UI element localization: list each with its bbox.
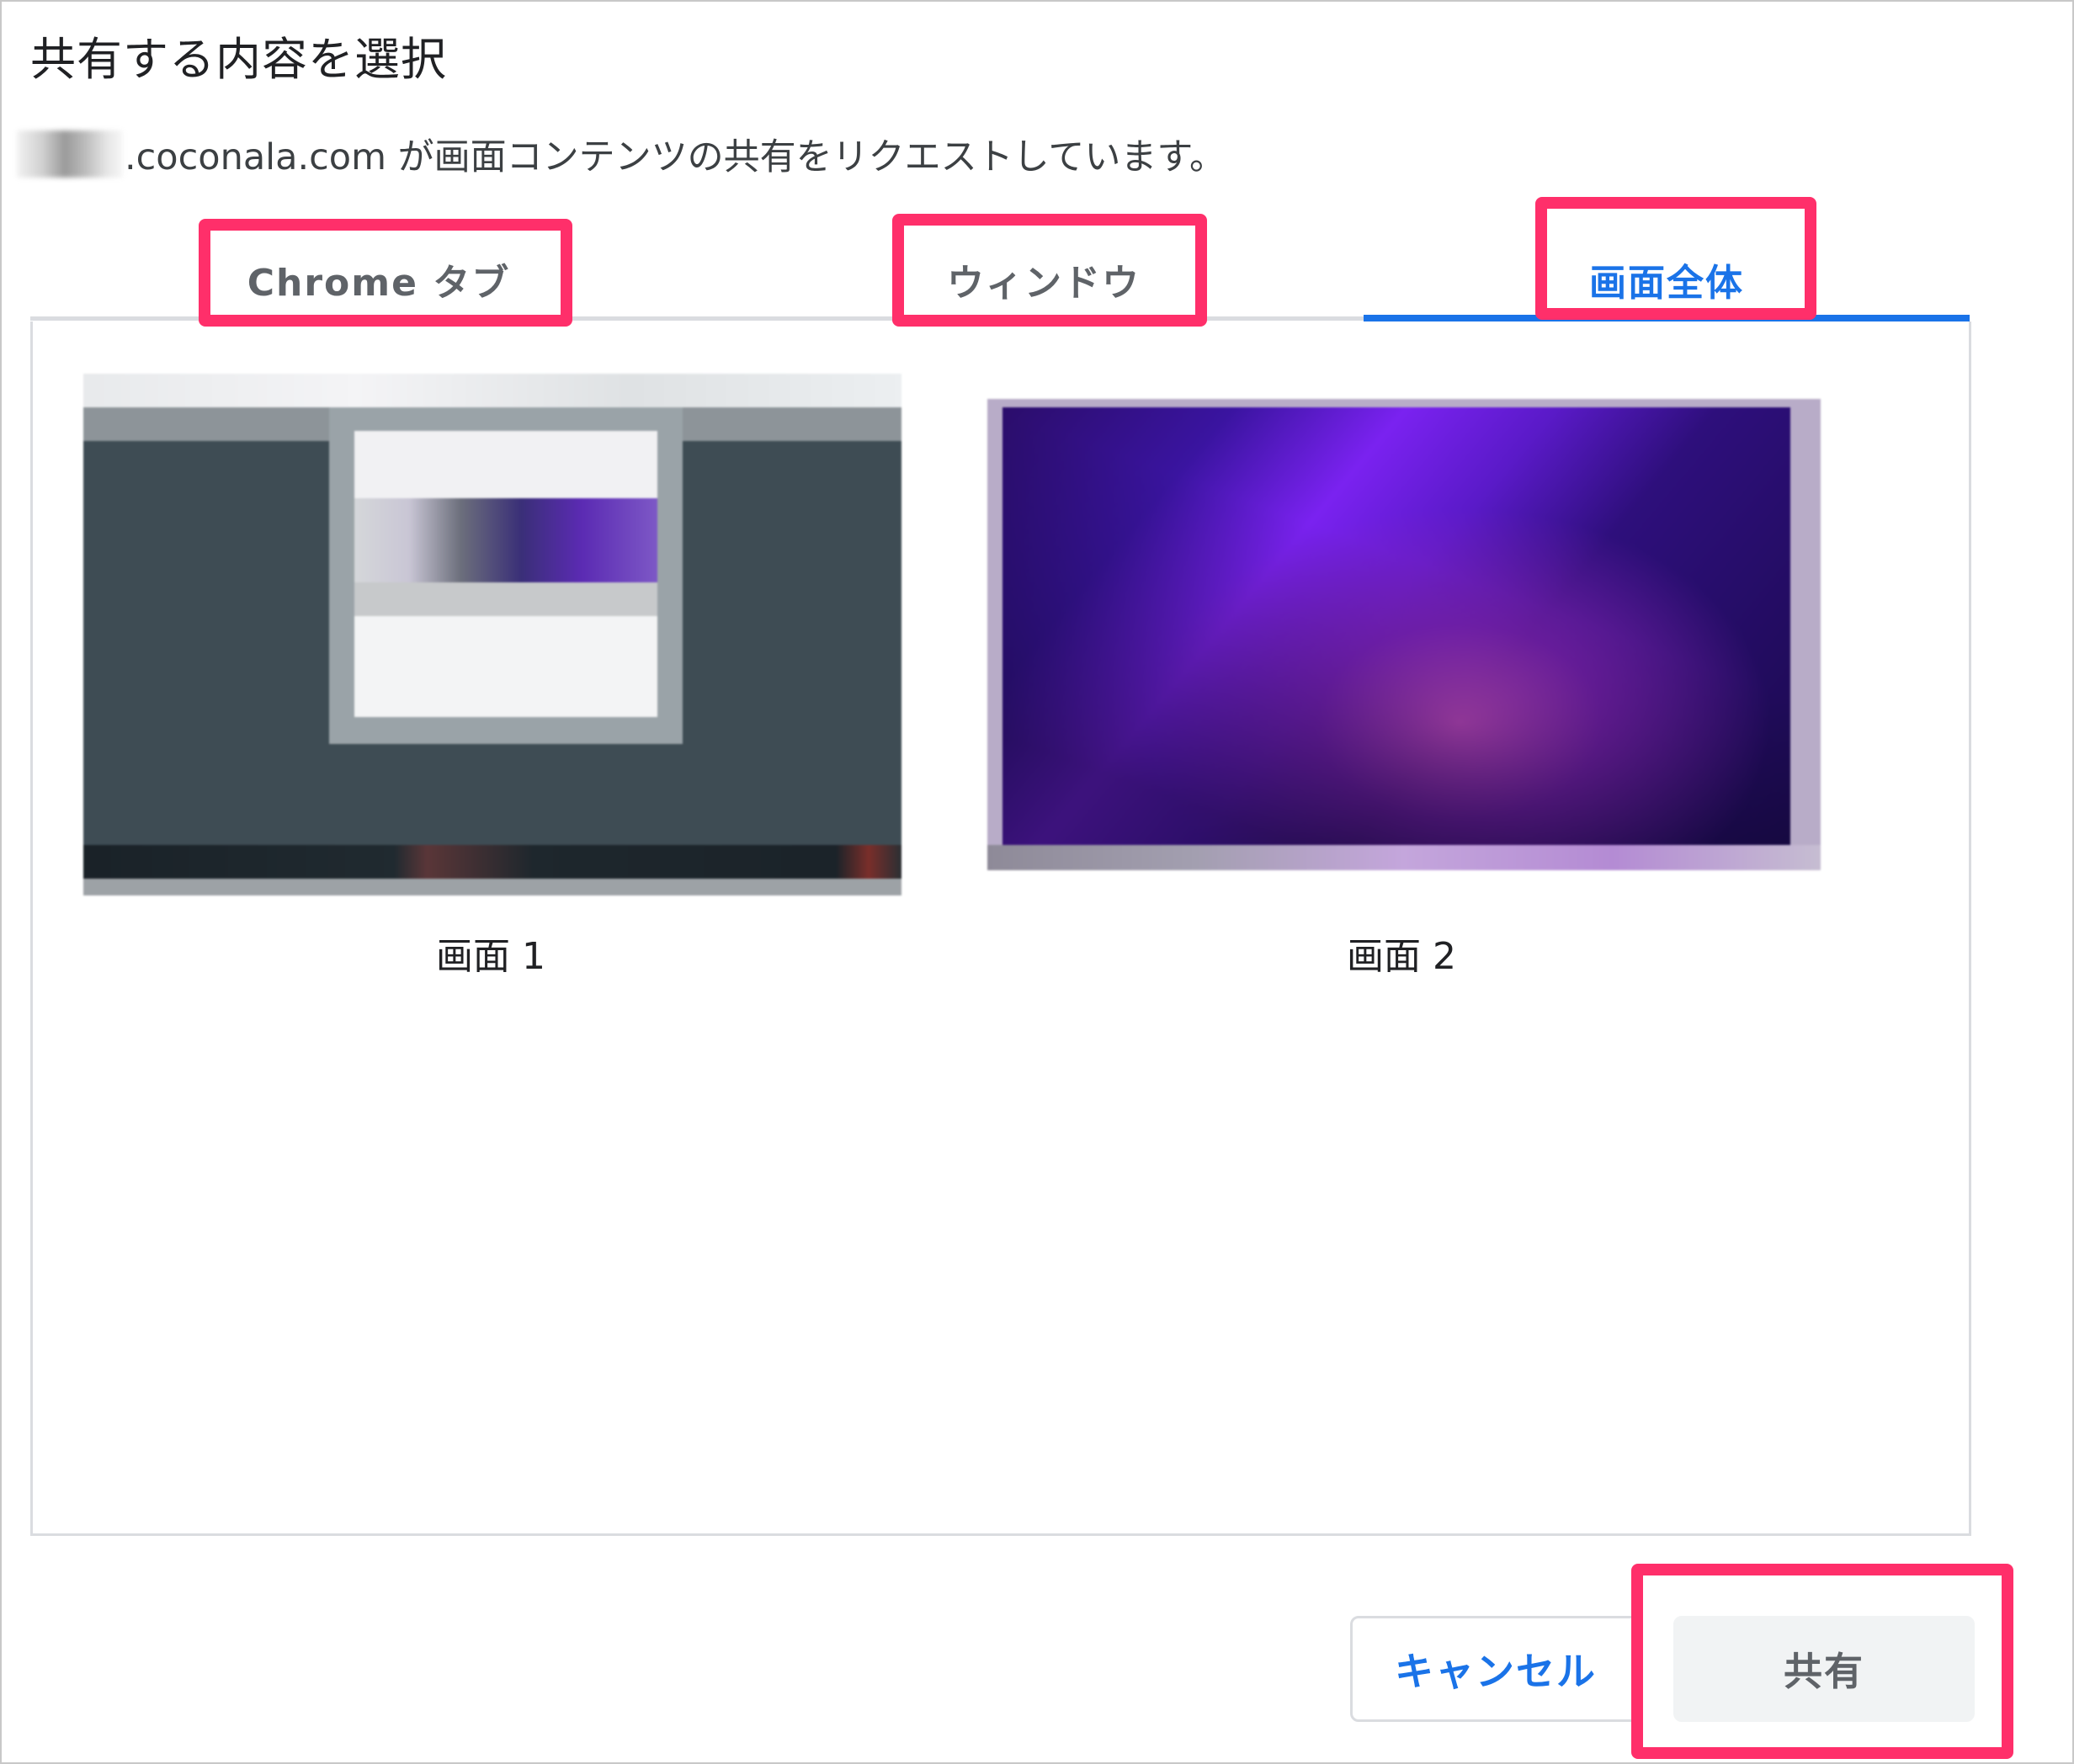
screen-1-thumbnail[interactable] bbox=[83, 374, 901, 895]
screen-1-label[interactable]: 画面 1 bbox=[322, 926, 659, 980]
active-tab-indicator bbox=[1364, 315, 1970, 321]
tab-entire-screen[interactable]: 画面全体 bbox=[1557, 246, 1776, 313]
request-message: .coconala.com が画面コンテンツの共有をリクエストしています。 bbox=[17, 128, 1226, 180]
tab-chrome-tab[interactable]: Chrome タブ bbox=[210, 246, 547, 313]
tab-window[interactable]: ウィンドウ bbox=[917, 246, 1170, 313]
share-button[interactable]: 共有 bbox=[1673, 1616, 1975, 1722]
screen-2-label[interactable]: 画面 2 bbox=[1233, 926, 1570, 980]
blurred-hostname bbox=[17, 130, 123, 178]
screen-list-panel: 画面 1 画面 2 bbox=[30, 321, 1971, 1536]
cancel-button[interactable]: キャンセル bbox=[1350, 1616, 1641, 1722]
screen-2-thumbnail[interactable] bbox=[987, 399, 1821, 870]
dialog-title: 共有する内容を選択 bbox=[30, 33, 447, 86]
request-text: .coconala.com が画面コンテンツの共有をリクエストしています。 bbox=[125, 136, 1226, 178]
